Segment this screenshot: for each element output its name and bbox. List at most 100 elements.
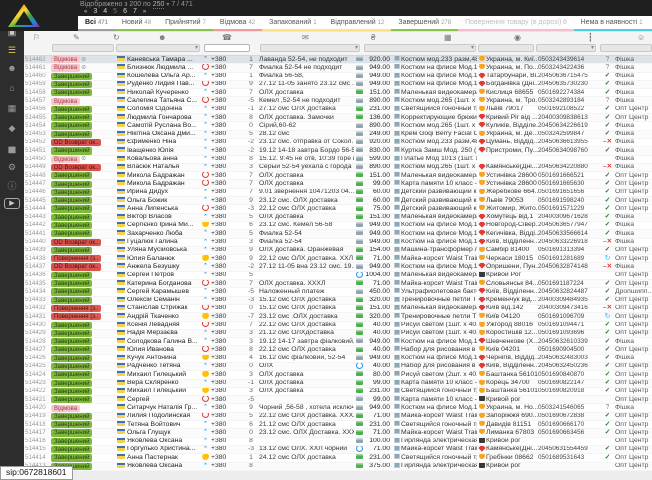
table-row[interactable]: 514441ЗавершенийЗахарченко Люба*+3805Фиа… (24, 230, 652, 238)
tracking-number[interactable]: 0501691313394 (538, 247, 600, 255)
table-row[interactable]: 514462Відмова⊘Каневська Тамара ...*+3801… (24, 56, 652, 64)
tracking-number[interactable]: 0501691598240 (538, 197, 600, 205)
table-row[interactable]: 514420ВідмоваСитарчук Наталія Гр...*+380… (24, 404, 652, 412)
client-phone[interactable]: +380 (211, 230, 243, 238)
client-phone[interactable]: +380 (211, 346, 243, 354)
tracking-number[interactable]: 20450636613955 (538, 139, 600, 147)
client-phone[interactable]: +380 (211, 438, 243, 446)
page-last-icon[interactable]: » (143, 8, 146, 16)
client-phone[interactable]: +380 (211, 172, 243, 180)
tab-Нема в наявності[interactable]: Нема в наявності1 (574, 16, 650, 31)
page-number[interactable]: 7 (133, 8, 137, 16)
tracking-number[interactable]: 0501692274384 (538, 89, 600, 97)
page-number[interactable]: 3 (93, 8, 97, 16)
client-phone[interactable]: +380 (211, 255, 243, 263)
client-phone[interactable]: +380 (211, 313, 243, 321)
table-row[interactable]: 514455ЗавершенийЛюдмила Гончарова*+3808О… (24, 114, 652, 122)
tracking-number[interactable]: 20450636577947 (538, 222, 600, 230)
tracking-number[interactable]: 20400309484935 (538, 297, 600, 305)
tracking-number[interactable]: 20450633226918 (538, 239, 600, 247)
tracking-number[interactable]: 0501690672838 (538, 413, 600, 421)
tracking-number[interactable]: 0501691651656 (538, 189, 600, 197)
tracking-number[interactable]: 0503242893184 (538, 97, 600, 105)
table-row[interactable]: 514433ЗавершенийОлексій Семанін*+380-315… (24, 297, 652, 305)
table-row[interactable]: 514460ЗавершенийКошелева Ольга Ар...*+38… (24, 73, 652, 81)
tracking-number[interactable]: 0501690820918 (538, 388, 600, 396)
tracking-number[interactable]: 0501691666521 (538, 172, 600, 180)
table-row[interactable]: 514436ЗавершенийСергей Петров*+38051004.… (24, 272, 652, 280)
table-row[interactable]: 514457ВідмоваСалегина Татьяна С...+380-5… (24, 97, 652, 105)
table-row[interactable]: 514413ЗавершенийЯковлева Оксана*+3808375… (24, 463, 652, 471)
client-phone[interactable]: +380 (211, 280, 243, 288)
tracking-number[interactable]: 20450632824487 (538, 288, 600, 296)
client-phone[interactable]: +380 (211, 164, 243, 172)
table-row[interactable]: 514444ЗавершенийАнна Липенська+380-322.1… (24, 205, 652, 213)
table-row[interactable]: 514447ЗавершенийМикола Бадражан+3807ОЛХ … (24, 180, 652, 188)
table-row[interactable]: 514434ЗавершенийСергей Карамышев*+380-5Н… (24, 288, 652, 296)
tracking-number[interactable]: 20400309838613 (538, 114, 600, 122)
table-row[interactable]: 514418ЗавершенийТетяна Войтович*+380621.… (24, 421, 652, 429)
info-icon[interactable]: ⓘ (0, 180, 24, 192)
table-row[interactable]: 514419ЗавершенийЛилия Подолинская+380522… (24, 413, 652, 421)
client-phone[interactable]: +380 (211, 297, 243, 305)
tracking-number[interactable]: 20450636715475 (538, 73, 600, 81)
tracking-number[interactable]: 20400309671628 (538, 214, 600, 222)
client-phone[interactable]: +380 (211, 205, 243, 213)
filter-comment[interactable]: ▾ (260, 44, 360, 52)
settings-sliders-icon[interactable]: ⚙ (0, 161, 24, 173)
tab-Відмова[interactable]: Відмова42 (213, 16, 262, 31)
tracking-number[interactable]: 20400309473416 (538, 305, 600, 313)
client-phone[interactable]: +380 (211, 97, 243, 105)
table-row[interactable]: 514452DD Возврат ок..Єфименко Ніна*+380-… (24, 139, 652, 147)
client-phone[interactable]: +380 (211, 139, 243, 147)
tracking-number[interactable]: 0501691094471 (538, 322, 600, 330)
table-row[interactable]: 514451ЗавершенийІващенко Юлія*+380-219.1… (24, 147, 652, 155)
client-phone[interactable]: +380 (211, 180, 243, 188)
client-phone[interactable]: +380 (211, 114, 243, 122)
table-row[interactable]: 514421ЗавершенийСергей+380-599.00Карта п… (24, 396, 652, 404)
client-phone[interactable]: +380 (211, 454, 243, 462)
page-number[interactable]: 4 (103, 8, 107, 16)
filter-product[interactable]: ▾ (364, 44, 476, 52)
filter-client[interactable]: ▾ (116, 44, 200, 52)
tracking-number[interactable]: 0501690822147 (538, 380, 600, 388)
tracking-number[interactable]: 20450634098760 (538, 147, 600, 155)
client-phone[interactable]: +380 (211, 288, 243, 296)
client-phone[interactable]: +380 (211, 363, 243, 371)
tracking-number[interactable]: 0501690904500 (538, 346, 600, 354)
tracking-number[interactable]: 0503243439614 (538, 56, 600, 64)
table-row[interactable]: 514448ЗавершенийМикола Бадражан+3807ОЛХ … (24, 172, 652, 180)
tab-Запакований[interactable]: Запакований1 (262, 16, 323, 31)
table-row[interactable]: 514426ЗавершенийКучук Антонина+380416.12… (24, 355, 652, 363)
client-phone[interactable]: +380 (211, 404, 243, 412)
page-number[interactable]: 6 (123, 8, 127, 16)
tracking-number[interactable]: 0501691096709 (538, 313, 600, 321)
client-phone[interactable]: +380 (211, 305, 243, 313)
tracking-number[interactable]: 20450633566614 (538, 230, 600, 238)
chevron-down-icon[interactable]: ▾ (166, 2, 169, 8)
client-phone[interactable]: +380 (211, 56, 243, 64)
client-phone[interactable]: +380 (211, 371, 243, 379)
table-row[interactable]: 514428ЗавершенийСолодкова Галина В...*+3… (24, 338, 652, 346)
table-row[interactable]: 514453ЗавершенийНікітіна Оксана Дми...*+… (24, 131, 652, 139)
client-phone[interactable]: +380 (211, 429, 243, 437)
page-number[interactable]: 5 (113, 8, 117, 16)
client-phone[interactable]: +380 (211, 272, 243, 280)
table-row[interactable]: 514438Повернення (з..Юлия Баланюк+380922… (24, 255, 652, 263)
tab-Новий[interactable]: Новий48 (115, 16, 158, 31)
client-phone[interactable]: +380 (211, 355, 243, 363)
table-row[interactable]: 514439ЗавершенийУляна Мусійовська*+3809О… (24, 247, 652, 255)
tracking-number[interactable]: 0503243422436 (538, 64, 600, 72)
client-phone[interactable]: +380 (211, 463, 243, 471)
filter-ttn[interactable]: ▾ (536, 44, 596, 52)
tracking-number[interactable]: 0501691093696 (538, 330, 600, 338)
table-row[interactable]: 514430ЗавершенийКсенія Левадняя+380722.1… (24, 322, 652, 330)
stats-chart-icon[interactable]: ▅ (0, 142, 24, 154)
table-row[interactable]: 514443ЗавершенийВіктор Власов*+3805ОЛХ д… (24, 214, 652, 222)
client-phone[interactable]: +380 (211, 247, 243, 255)
tracking-number[interactable]: 20450632874148 (538, 263, 600, 271)
tracking-number[interactable]: 20450634220880 (538, 164, 600, 172)
page-first-icon[interactable]: « (84, 8, 87, 16)
table-row[interactable]: 514414ЗавершенийАнна Пастернак+380124.12… (24, 454, 652, 462)
table-row[interactable]: 514415ЗавершенийГоргулько Христина...*+3… (24, 446, 652, 454)
